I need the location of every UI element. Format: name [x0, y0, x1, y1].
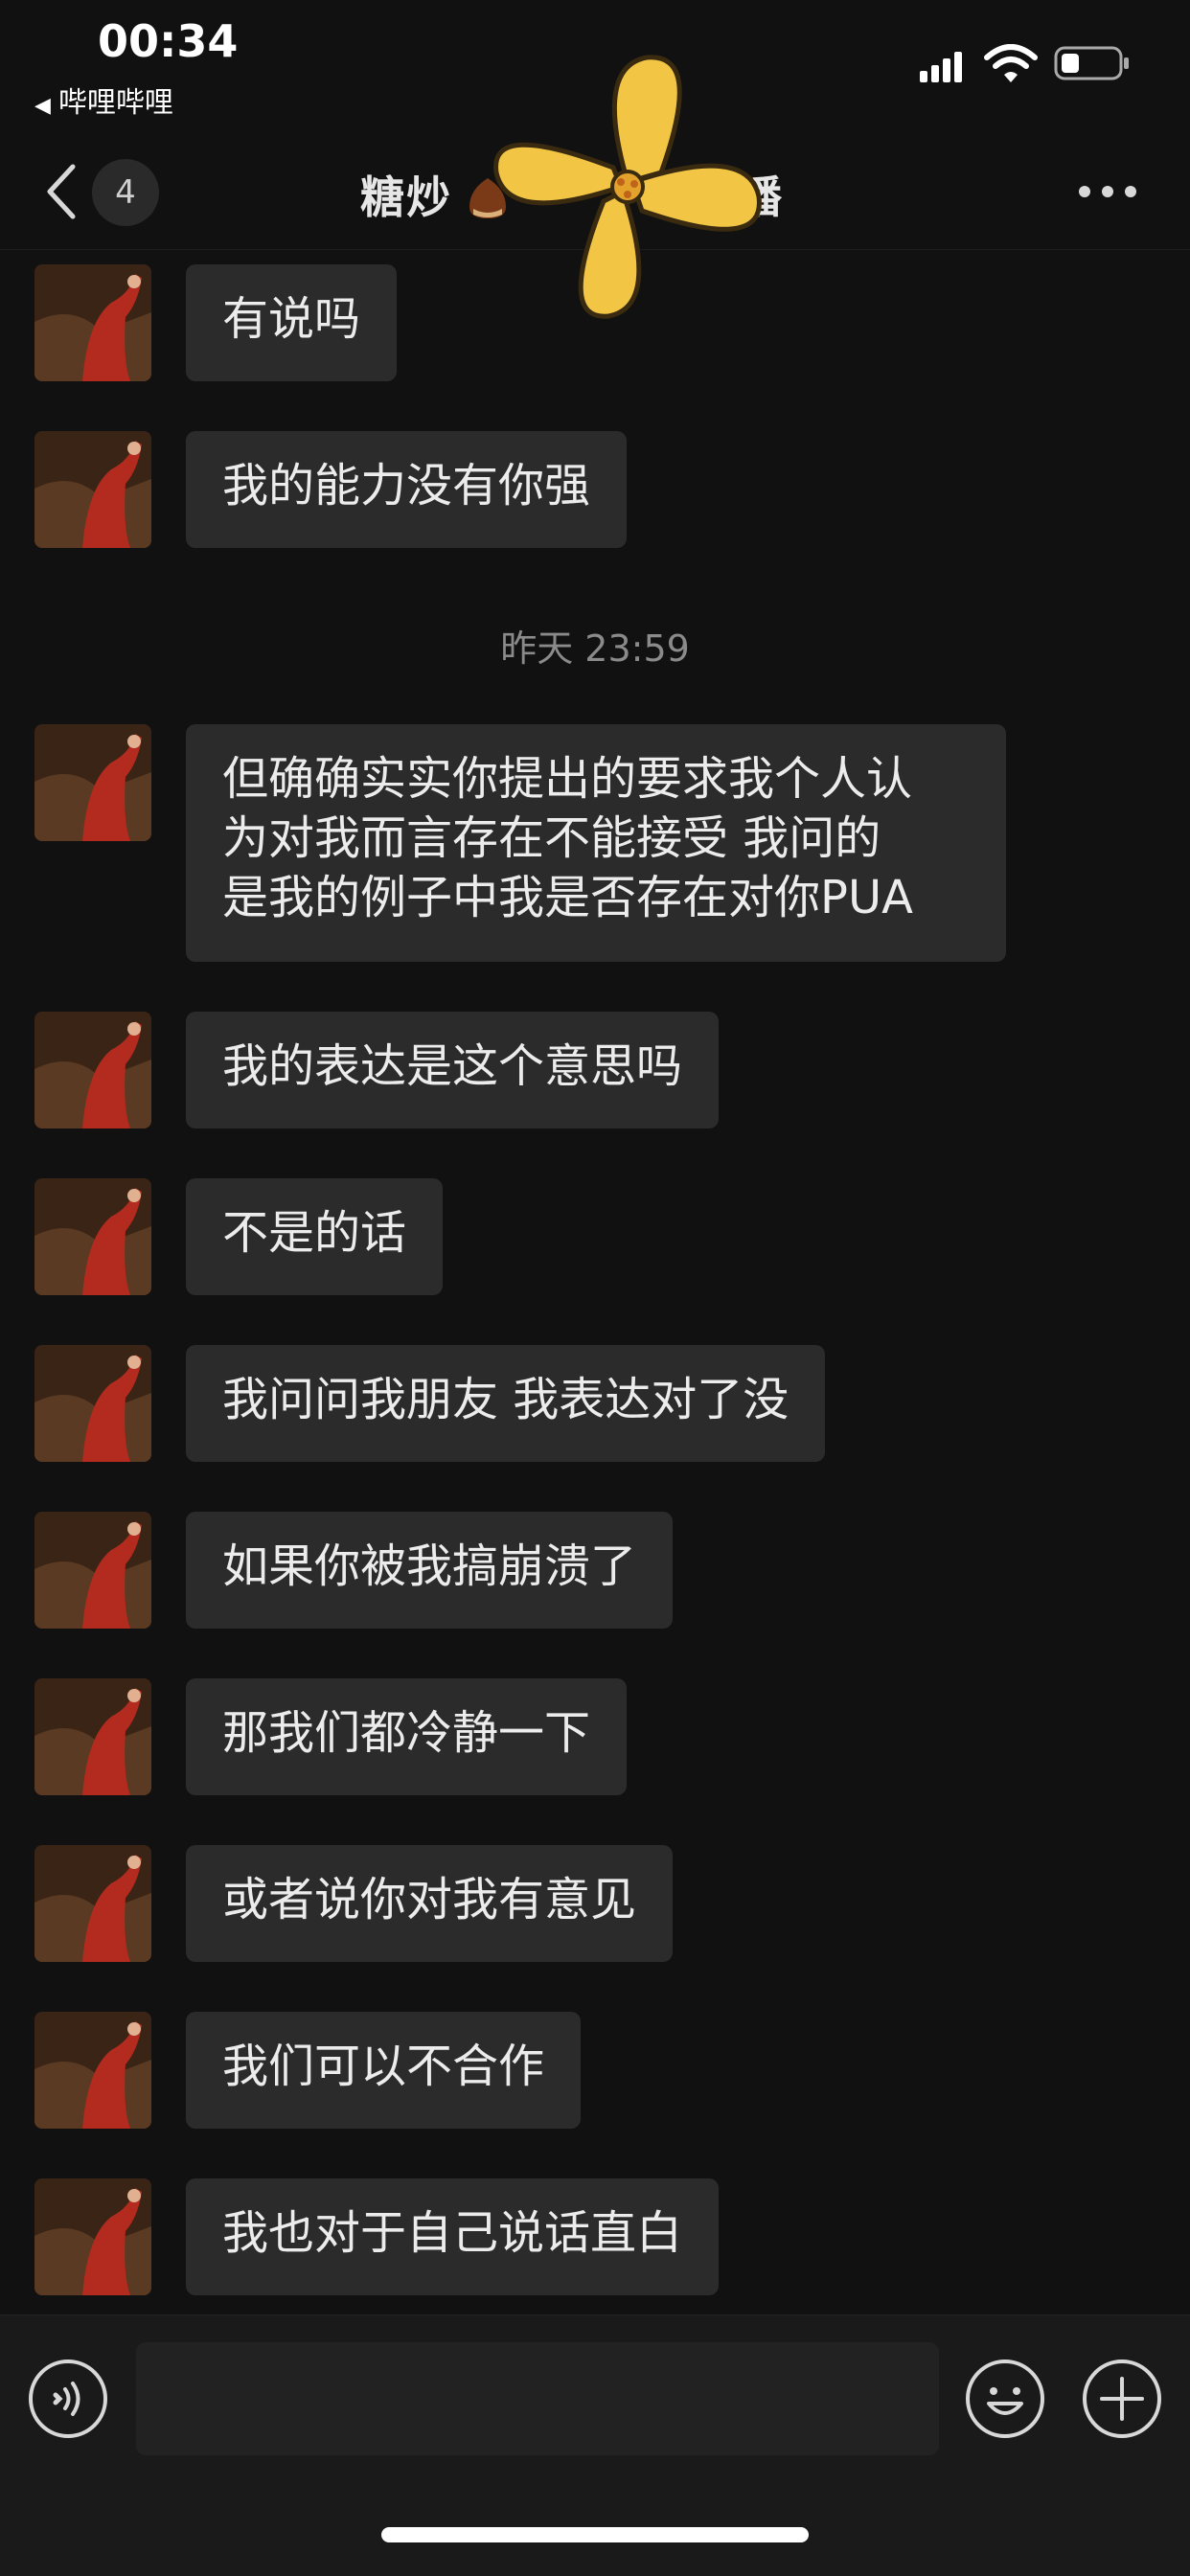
avatar[interactable]	[34, 2012, 151, 2129]
avatar[interactable]	[34, 1845, 151, 1962]
message-bubble[interactable]: 我的能力没有你强	[186, 431, 628, 548]
emoji-icon[interactable]	[964, 2358, 1046, 2440]
home-indicator[interactable]	[381, 2527, 809, 2542]
avatar[interactable]	[34, 2178, 151, 2295]
message-bubble[interactable]: 我们可以不合作	[186, 2012, 582, 2129]
back-triangle-icon: ◀	[34, 94, 51, 118]
plus-icon[interactable]	[1081, 2358, 1163, 2440]
battery-icon	[1054, 46, 1129, 80]
cellular-signal-icon	[920, 52, 962, 82]
avatar[interactable]	[34, 1512, 151, 1629]
back-app-label: 哔哩哔哩	[57, 86, 173, 120]
message-bubble[interactable]: 我也对于自己说话直白	[186, 2178, 720, 2295]
message-bubble[interactable]: 我问问我朋友 我表达对了没	[186, 1345, 826, 1462]
message-input[interactable]	[136, 2342, 939, 2455]
message-bubble[interactable]: 我的表达是这个意思吗	[186, 1012, 720, 1128]
wifi-icon	[984, 44, 1038, 82]
avatar[interactable]	[34, 1678, 151, 1795]
message-bubble[interactable]: 如果你被我搞崩溃了	[186, 1512, 674, 1629]
avatar[interactable]	[34, 264, 151, 381]
status-time: 00:34	[98, 15, 239, 67]
message-bubble[interactable]: 有说吗	[186, 264, 398, 381]
avatar[interactable]	[34, 1012, 151, 1128]
back-to-app-link[interactable]: ◀ 哔哩哔哩	[34, 79, 173, 121]
avatar[interactable]	[34, 724, 151, 841]
message-bubble[interactable]: 但确确实实你提出的要求我个人认 为对我而言存在不能接受 我问的 是我的例子中我是…	[186, 724, 1006, 962]
chevron-left-icon[interactable]	[42, 161, 80, 222]
flower-sticker-icon	[493, 55, 762, 319]
avatar[interactable]	[34, 1345, 151, 1462]
message-bubble[interactable]: 或者说你对我有意见	[186, 1845, 674, 1962]
more-icon[interactable]	[1077, 182, 1138, 201]
avatar[interactable]	[34, 1178, 151, 1295]
voice-icon[interactable]	[27, 2358, 109, 2440]
chat-title-left: 糖炒	[360, 171, 452, 223]
chat-timestamp: 昨天 23:59	[500, 627, 690, 670]
unread-count-badge[interactable]: 4	[92, 159, 159, 226]
message-bubble[interactable]: 不是的话	[186, 1178, 444, 1295]
message-bubble[interactable]: 那我们都冷静一下	[186, 1678, 628, 1795]
avatar[interactable]	[34, 431, 151, 548]
